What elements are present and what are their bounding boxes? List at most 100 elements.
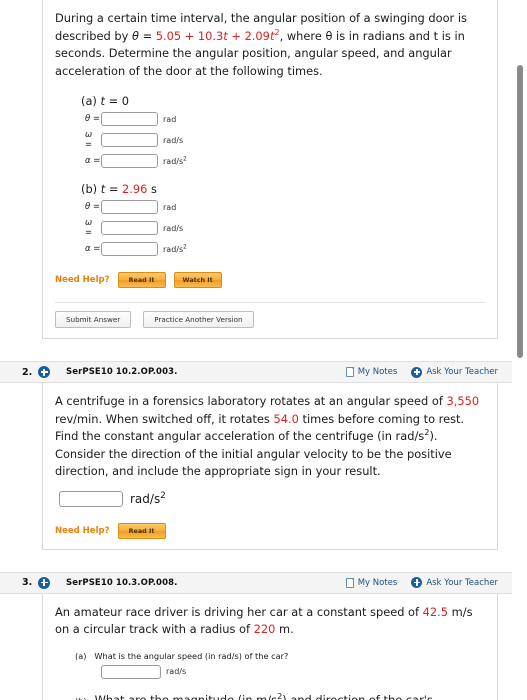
problem-3-header: 3. SerPSE10 10.3.OP.008. My Notes Ask Yo… (0, 571, 512, 594)
problem-3-part-a: (a) What is the angular speed (in rad/s)… (75, 651, 485, 661)
problem-1-need-help: Need Help? Read It Watch It (55, 272, 485, 288)
problem-2-value-1: 3,550 (446, 394, 480, 408)
problem-2-need-help: Need Help? Read It (55, 522, 485, 539)
problem-1b-theta-unit: rad (163, 202, 177, 212)
omega-symbol-label: ω = (85, 130, 93, 150)
problem-1a-theta-input[interactable] (101, 112, 158, 126)
part-b-question: What are the magnitude (in m/s2) and dir… (94, 690, 433, 700)
note-icon (345, 367, 354, 377)
part-b-prefix: (b) (81, 182, 101, 196)
my-notes-link[interactable]: My Notes (345, 367, 398, 377)
problem-1-part-a-label: (a) t = 0 (81, 94, 485, 108)
problem-1a-alpha-unit: rad/s2 (163, 155, 187, 166)
problem-3a-answer-input[interactable] (101, 664, 161, 679)
problem-1a-omega-input[interactable] (101, 133, 158, 147)
expand-plus-icon[interactable] (38, 366, 50, 378)
problem-1-actions: Submit Answer Practice Another Version (55, 302, 485, 328)
problem-3-header-links: My Notes Ask Your Teacher (345, 577, 498, 588)
problem-1b-omega-input[interactable] (101, 221, 158, 235)
need-help-label-2: Need Help? (55, 525, 110, 536)
read-it-button[interactable]: Read It (117, 272, 166, 288)
ask-teacher-label: Ask Your Teacher (426, 367, 498, 377)
problem-1a-omega-row: ω = rad/s (85, 130, 485, 150)
problem-2-number: 2. (22, 366, 33, 378)
problem-1-eq-theta: θ (131, 28, 139, 43)
assignment-content: During a certain time interval, the angu… (0, 0, 512, 700)
ask-teacher-label-3: Ask Your Teacher (426, 577, 498, 588)
part-b-unit: s (147, 182, 157, 196)
problem-1a-alpha-row: α = rad/s2 (85, 154, 485, 168)
problem-1-eq-value-2: 10.3 (197, 28, 224, 43)
problem-2-text-2: rev/min. When switched off, it rotates (55, 411, 274, 426)
part-a-question: What is the angular speed (in rad/s) of … (94, 650, 289, 661)
plus-circle-icon (411, 366, 423, 378)
problem-3-value-2: 220 (253, 622, 276, 636)
problem-3-text-3: m. (275, 622, 294, 636)
ask-your-teacher-link-3[interactable]: Ask Your Teacher (411, 577, 498, 588)
problem-2-statement: A centrifuge in a forensics laboratory r… (55, 393, 485, 481)
problem-3a-answer-row: rad/s (85, 664, 485, 679)
part-a-equals: = (104, 94, 122, 108)
problem-3-statement: An amateur race driver is driving her ca… (55, 604, 485, 639)
problem-1-card: During a certain time interval, the angu… (42, 0, 498, 339)
problem-2-text-1: A centrifuge in a forensics laboratory r… (55, 394, 447, 408)
part-a-value: 0 (121, 94, 130, 108)
problem-3-text-1: An amateur race driver is driving her ca… (55, 604, 423, 619)
part-b-equals: = (105, 182, 123, 196)
problem-2-card: A centrifuge in a forensics laboratory r… (42, 383, 498, 550)
omega-symbol-label-b: ω = (85, 218, 93, 238)
problem-2-answer-unit: rad/s2 (130, 490, 166, 506)
problem-3-part-b: (b) What are the magnitude (in m/s2) and… (75, 690, 485, 700)
expand-plus-icon-3[interactable] (38, 576, 50, 589)
theta-symbol-label: θ = (85, 114, 101, 124)
problem-1-eq-equals: = (138, 28, 156, 43)
problem-3-code: SerPSE10 10.3.OP.008. (66, 577, 178, 588)
my-notes-label: My Notes (357, 367, 398, 377)
problem-1-part-b-label: (b) t = 2.96 s (81, 182, 485, 196)
problem-1a-theta-row: θ = rad (85, 112, 485, 126)
note-icon-3 (345, 577, 354, 588)
problem-1-statement: During a certain time interval, the angu… (55, 10, 485, 80)
problem-1b-theta-row: θ = rad (85, 200, 485, 214)
problem-1-eq-value-3: 2.09 (244, 28, 270, 43)
problem-1-eq-plus-2: + (227, 28, 245, 43)
problem-1a-alpha-input[interactable] (101, 154, 158, 168)
problem-3-number: 3. (22, 577, 33, 588)
problem-2-header-links: My Notes Ask Your Teacher (345, 366, 498, 378)
problem-1b-omega-unit: rad/s (163, 223, 184, 233)
part-a-marker: (a) (75, 650, 87, 661)
problem-2-answer-row: rad/s2 (59, 490, 485, 507)
part-b-value: 2.96 (122, 182, 148, 196)
scrollbar-track[interactable] (512, 0, 527, 700)
part-b-marker: (b) (75, 696, 87, 700)
plus-circle-icon-3 (411, 577, 423, 588)
scrollbar-thumb[interactable] (517, 65, 523, 358)
problem-1a-theta-unit: rad (163, 114, 177, 124)
practice-another-version-button[interactable]: Practice Another Version (143, 311, 254, 328)
problem-1b-alpha-row: α = rad/s2 (85, 242, 485, 256)
read-it-button-2[interactable]: Read It (117, 522, 166, 539)
problem-2-value-2: 54.0 (273, 411, 299, 426)
problem-2-answer-input[interactable] (59, 490, 123, 507)
problem-3-card: An amateur race driver is driving her ca… (42, 593, 498, 700)
problem-1-eq-value-1: 5.05 (155, 28, 182, 43)
problem-1b-alpha-input[interactable] (101, 242, 158, 256)
theta-symbol-label-b: θ = (85, 202, 101, 212)
watch-it-button[interactable]: Watch It (173, 272, 222, 288)
my-notes-label-3: My Notes (357, 577, 398, 588)
problem-1a-omega-unit: rad/s (163, 135, 184, 145)
problem-2-code: SerPSE10 10.2.OP.003. (66, 367, 178, 377)
need-help-label: Need Help? (55, 275, 110, 285)
problem-2-header: 2. SerPSE10 10.2.OP.003. My Notes Ask Yo… (0, 361, 512, 383)
alpha-symbol-label-b: α = (85, 244, 101, 254)
problem-1b-omega-row: ω = rad/s (85, 218, 485, 238)
submit-answer-button[interactable]: Submit Answer (55, 311, 132, 328)
ask-your-teacher-link[interactable]: Ask Your Teacher (411, 366, 498, 378)
problem-3a-unit: rad/s (166, 667, 187, 676)
problem-1b-alpha-unit: rad/s2 (163, 243, 187, 254)
part-a-prefix: (a) (81, 94, 101, 108)
my-notes-link-3[interactable]: My Notes (345, 577, 398, 588)
problem-1b-theta-input[interactable] (101, 200, 158, 214)
problem-3-value-1: 42.5 (422, 604, 449, 619)
